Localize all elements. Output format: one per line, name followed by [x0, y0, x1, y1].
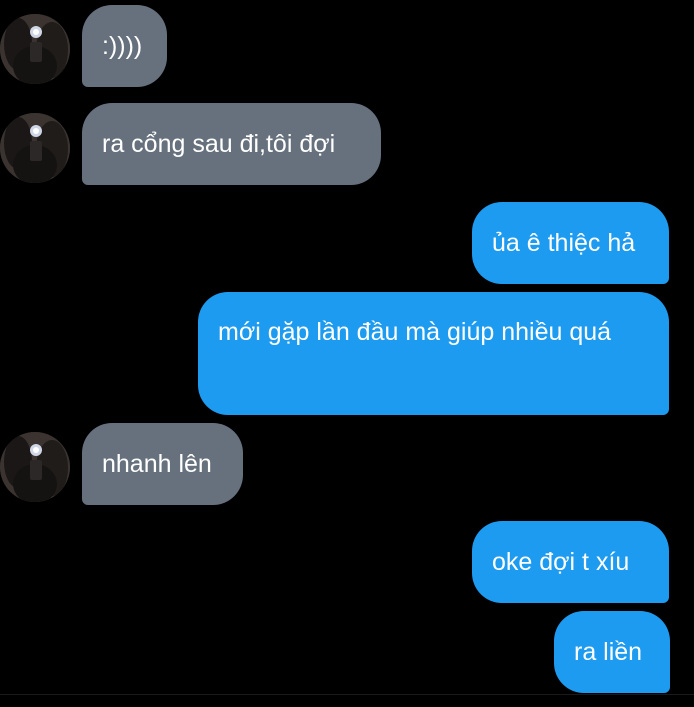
message-text: ra cổng sau đi,tôi đợi: [102, 130, 336, 158]
message-bubble-sent[interactable]: ủa ê thiệc hả: [472, 202, 669, 284]
avatar-photo-icon: [0, 14, 70, 84]
message-text: mới gặp lần đầu mà giúp nhiều quá: [218, 318, 612, 346]
message-bubble-received[interactable]: ra cổng sau đi,tôi đợi: [82, 103, 381, 185]
message-bubble-received[interactable]: :)))): [82, 5, 167, 87]
avatar[interactable]: [0, 113, 70, 183]
message-bubble-sent[interactable]: oke đợi t xíu: [472, 521, 669, 603]
avatar[interactable]: [0, 432, 70, 502]
avatar-photo-icon: [0, 432, 70, 502]
message-text: :)))): [102, 32, 143, 60]
message-bubble-sent[interactable]: ra liền: [554, 611, 670, 693]
message-text: nhanh lên: [102, 450, 212, 478]
avatar-photo-icon: [0, 113, 70, 183]
divider: [0, 694, 694, 695]
message-bubble-sent[interactable]: mới gặp lần đầu mà giúp nhiều quá: [198, 292, 669, 415]
message-text: oke đợi t xíu: [492, 548, 630, 576]
message-text: ủa ê thiệc hả: [492, 229, 636, 257]
message-text: ra liền: [574, 638, 643, 666]
message-bubble-received[interactable]: nhanh lên: [82, 423, 243, 505]
avatar[interactable]: [0, 14, 70, 84]
